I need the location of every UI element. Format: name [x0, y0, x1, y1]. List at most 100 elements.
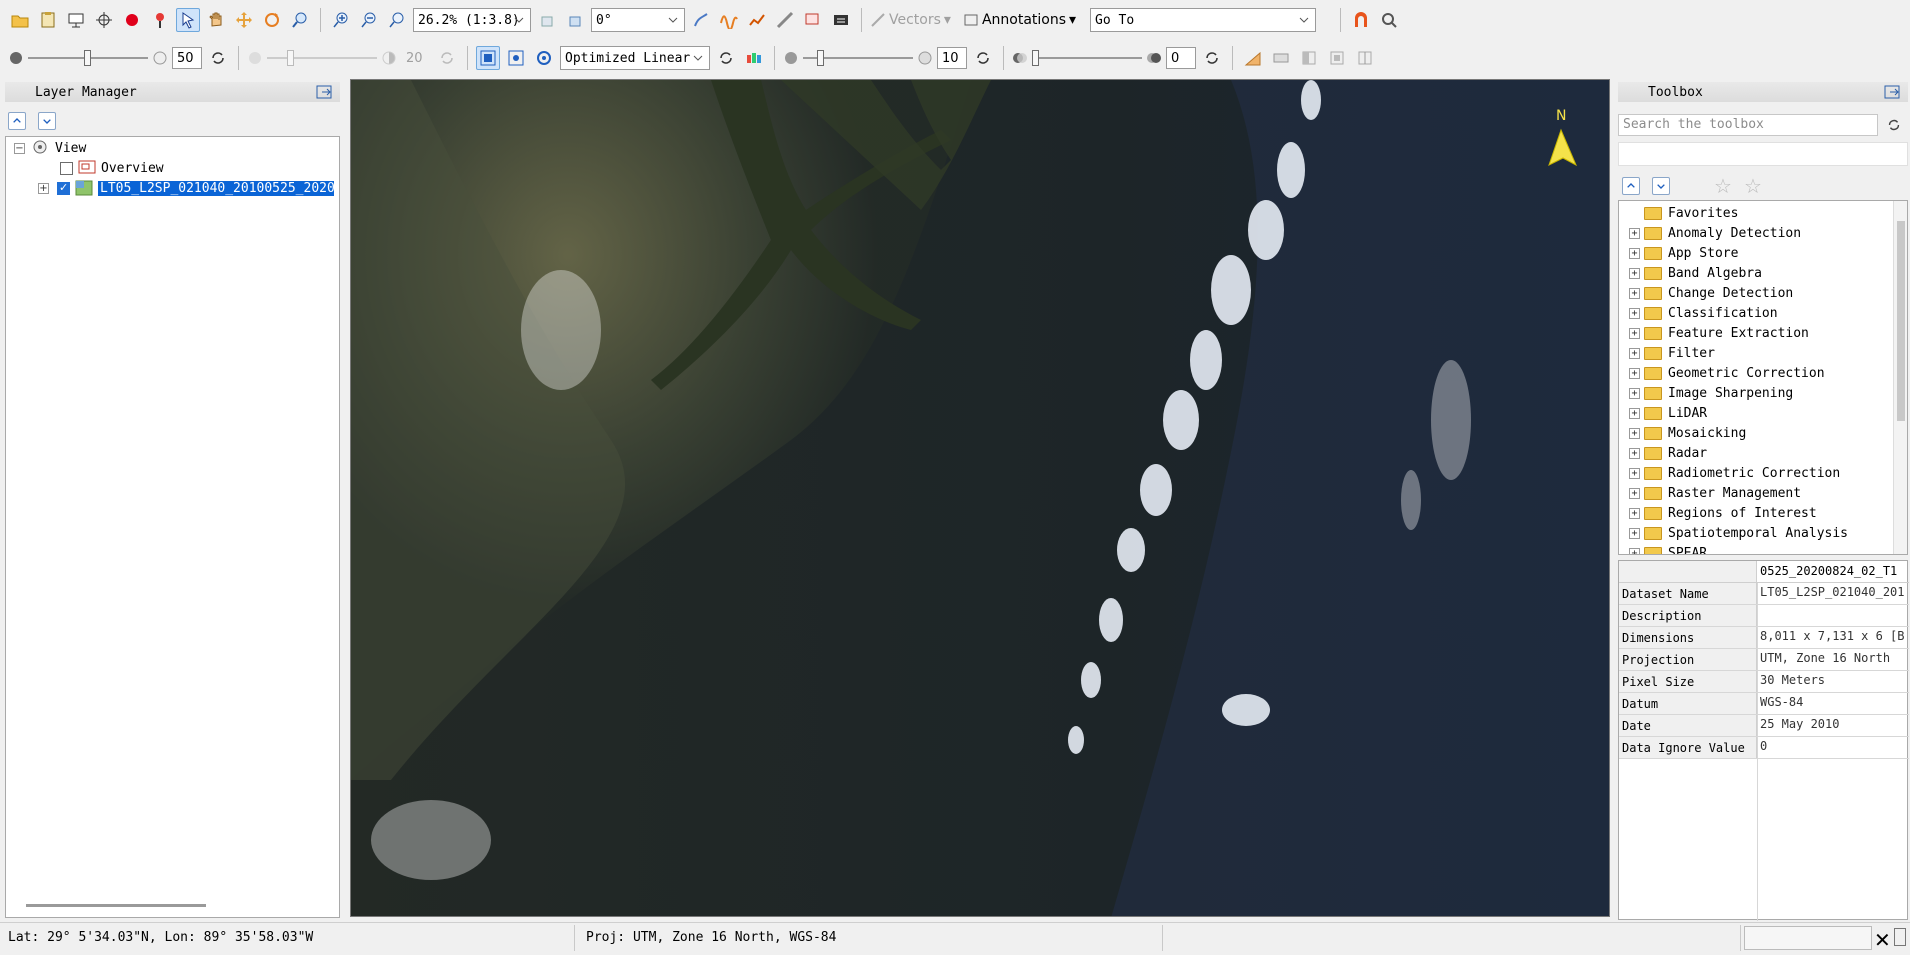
goto-combo[interactable]: Go To — [1090, 8, 1317, 32]
transparency-value[interactable]: 0 — [1166, 47, 1196, 69]
toolbox-item[interactable]: + App Store — [1619, 243, 1738, 263]
pin-panel-icon[interactable] — [1884, 84, 1902, 100]
expand-icon[interactable]: + — [1629, 467, 1640, 479]
reset-transparency-icon[interactable] — [1200, 46, 1224, 70]
refresh-toolbox-icon[interactable] — [1884, 114, 1904, 136]
expand-icon[interactable]: + — [1629, 507, 1640, 519]
reset-brightness-icon[interactable] — [206, 46, 230, 70]
expand-icon[interactable]: + — [1629, 527, 1640, 539]
toolbox-search-input[interactable]: Search the toolbox — [1618, 114, 1878, 136]
move-layer-down-icon[interactable] — [38, 112, 56, 130]
brightness-value[interactable]: 50 — [172, 47, 202, 69]
select-icon[interactable] — [176, 8, 200, 32]
rotate-left-icon[interactable] — [535, 8, 559, 32]
expand-icon[interactable]: + — [1629, 427, 1640, 439]
expand-icon[interactable]: + — [1629, 487, 1640, 499]
roi-icon[interactable] — [801, 8, 825, 32]
app-logo-icon[interactable] — [1349, 8, 1373, 32]
zoom-fixed-icon[interactable] — [385, 8, 409, 32]
refresh-stretch-icon[interactable] — [714, 46, 738, 70]
zoom-combo[interactable]: 26.2% (1:3.8) — [413, 8, 531, 32]
image-view[interactable]: N — [350, 79, 1610, 917]
blend-icon[interactable] — [1325, 46, 1349, 70]
spectral-profile-icon[interactable] — [717, 8, 741, 32]
tree-item-overview[interactable]: Overview — [60, 159, 164, 177]
annotations-menu[interactable]: Annotations ▾ — [963, 12, 1076, 28]
portal-icon[interactable] — [1241, 46, 1265, 70]
expand-icon[interactable]: + — [1629, 247, 1640, 259]
toolbox-item[interactable]: + Raster Management — [1619, 483, 1801, 503]
expand-icon[interactable]: + — [1629, 287, 1640, 299]
toolbox-item[interactable]: +Favorites — [1619, 203, 1738, 223]
display-icon[interactable] — [64, 8, 88, 32]
expand-icon[interactable]: + — [1629, 547, 1640, 554]
rotation-combo[interactable]: 0° — [591, 8, 685, 32]
tree-item-layer[interactable]: + LT05_L2SP_021040_20100525_20200824_02_… — [38, 179, 334, 197]
data-manager-icon[interactable] — [36, 8, 60, 32]
sharpen-value[interactable]: 10 — [937, 47, 967, 69]
move-icon[interactable] — [232, 8, 256, 32]
resize-grip-icon[interactable] — [1894, 928, 1906, 946]
remove-favorite-icon[interactable]: ☆ — [1744, 174, 1762, 198]
pan-icon[interactable] — [204, 8, 228, 32]
search-icon[interactable] — [1377, 8, 1401, 32]
stretch-full-icon[interactable] — [504, 46, 528, 70]
toolbox-item[interactable]: + SPEAR — [1619, 543, 1707, 554]
horizontal-scrollbar[interactable] — [26, 904, 206, 907]
expand-icon[interactable]: + — [1629, 447, 1640, 459]
reset-sharpen-icon[interactable] — [971, 46, 995, 70]
toolbox-item[interactable]: + Classification — [1619, 303, 1778, 323]
fly-icon[interactable] — [689, 8, 713, 32]
toolbox-item[interactable]: + Spatiotemporal Analysis — [1619, 523, 1848, 543]
expand-all-icon[interactable] — [1652, 177, 1670, 195]
toolbox-item[interactable]: + Change Detection — [1619, 283, 1793, 303]
record-icon[interactable] — [120, 8, 144, 32]
cancel-process-icon[interactable]: ✕ — [1874, 928, 1891, 952]
stretch-type-combo[interactable]: Optimized Linear — [560, 46, 710, 70]
toolbox-item[interactable]: + Mosaicking — [1619, 423, 1746, 443]
profile-icon[interactable] — [745, 8, 769, 32]
sharpen-slider[interactable] — [803, 48, 913, 68]
expand-icon[interactable]: + — [1629, 367, 1640, 379]
open-icon[interactable] — [8, 8, 32, 32]
add-favorite-icon[interactable]: ☆ — [1714, 174, 1732, 198]
expand-icon[interactable]: + — [1629, 227, 1640, 239]
toolbox-item[interactable]: + Feature Extraction — [1619, 323, 1809, 343]
zoom-in-icon[interactable] — [329, 8, 353, 32]
collapse-all-icon[interactable] — [1622, 177, 1640, 195]
table-icon[interactable] — [829, 8, 853, 32]
zoom-out-icon[interactable] — [357, 8, 381, 32]
toolbox-item[interactable]: + Image Sharpening — [1619, 383, 1793, 403]
toolbox-item[interactable]: + Radar — [1619, 443, 1707, 463]
swipe-icon[interactable] — [1269, 46, 1293, 70]
transparency-slider[interactable] — [1032, 48, 1142, 68]
toolbox-item[interactable]: + Geometric Correction — [1619, 363, 1825, 383]
expand-icon[interactable]: + — [1629, 307, 1640, 319]
vectors-menu[interactable]: Vectors ▾ — [870, 12, 951, 28]
toolbox-item[interactable]: + Regions of Interest — [1619, 503, 1817, 523]
view-compare-icon[interactable] — [1353, 46, 1377, 70]
toolbox-item[interactable]: + Band Algebra — [1619, 263, 1762, 283]
expand-icon[interactable]: + — [38, 182, 49, 194]
stretch-data-icon[interactable] — [532, 46, 556, 70]
crosshair-icon[interactable] — [92, 8, 116, 32]
expand-icon[interactable]: + — [1629, 267, 1640, 279]
stretch-view-icon[interactable] — [476, 46, 500, 70]
move-layer-up-icon[interactable] — [8, 112, 26, 130]
flicker-icon[interactable] — [1297, 46, 1321, 70]
toolbox-scrollbar[interactable] — [1893, 201, 1907, 554]
measure-icon[interactable] — [773, 8, 797, 32]
overview-checkbox[interactable] — [60, 161, 73, 175]
toolbox-item[interactable]: + Filter — [1619, 343, 1715, 363]
toolbox-item[interactable]: + Radiometric Correction — [1619, 463, 1840, 483]
pin-panel-icon[interactable] — [316, 84, 334, 100]
contrast-slider[interactable] — [267, 48, 377, 68]
expand-icon[interactable]: + — [1629, 407, 1640, 419]
toolbox-item[interactable]: + Anomaly Detection — [1619, 223, 1801, 243]
layer-checkbox[interactable] — [57, 181, 70, 195]
expand-icon[interactable]: + — [1629, 347, 1640, 359]
rotate-right-icon[interactable] — [563, 8, 587, 32]
tree-root-view[interactable]: − View — [14, 139, 86, 157]
pin-icon[interactable] — [148, 8, 172, 32]
expand-icon[interactable]: + — [1629, 387, 1640, 399]
